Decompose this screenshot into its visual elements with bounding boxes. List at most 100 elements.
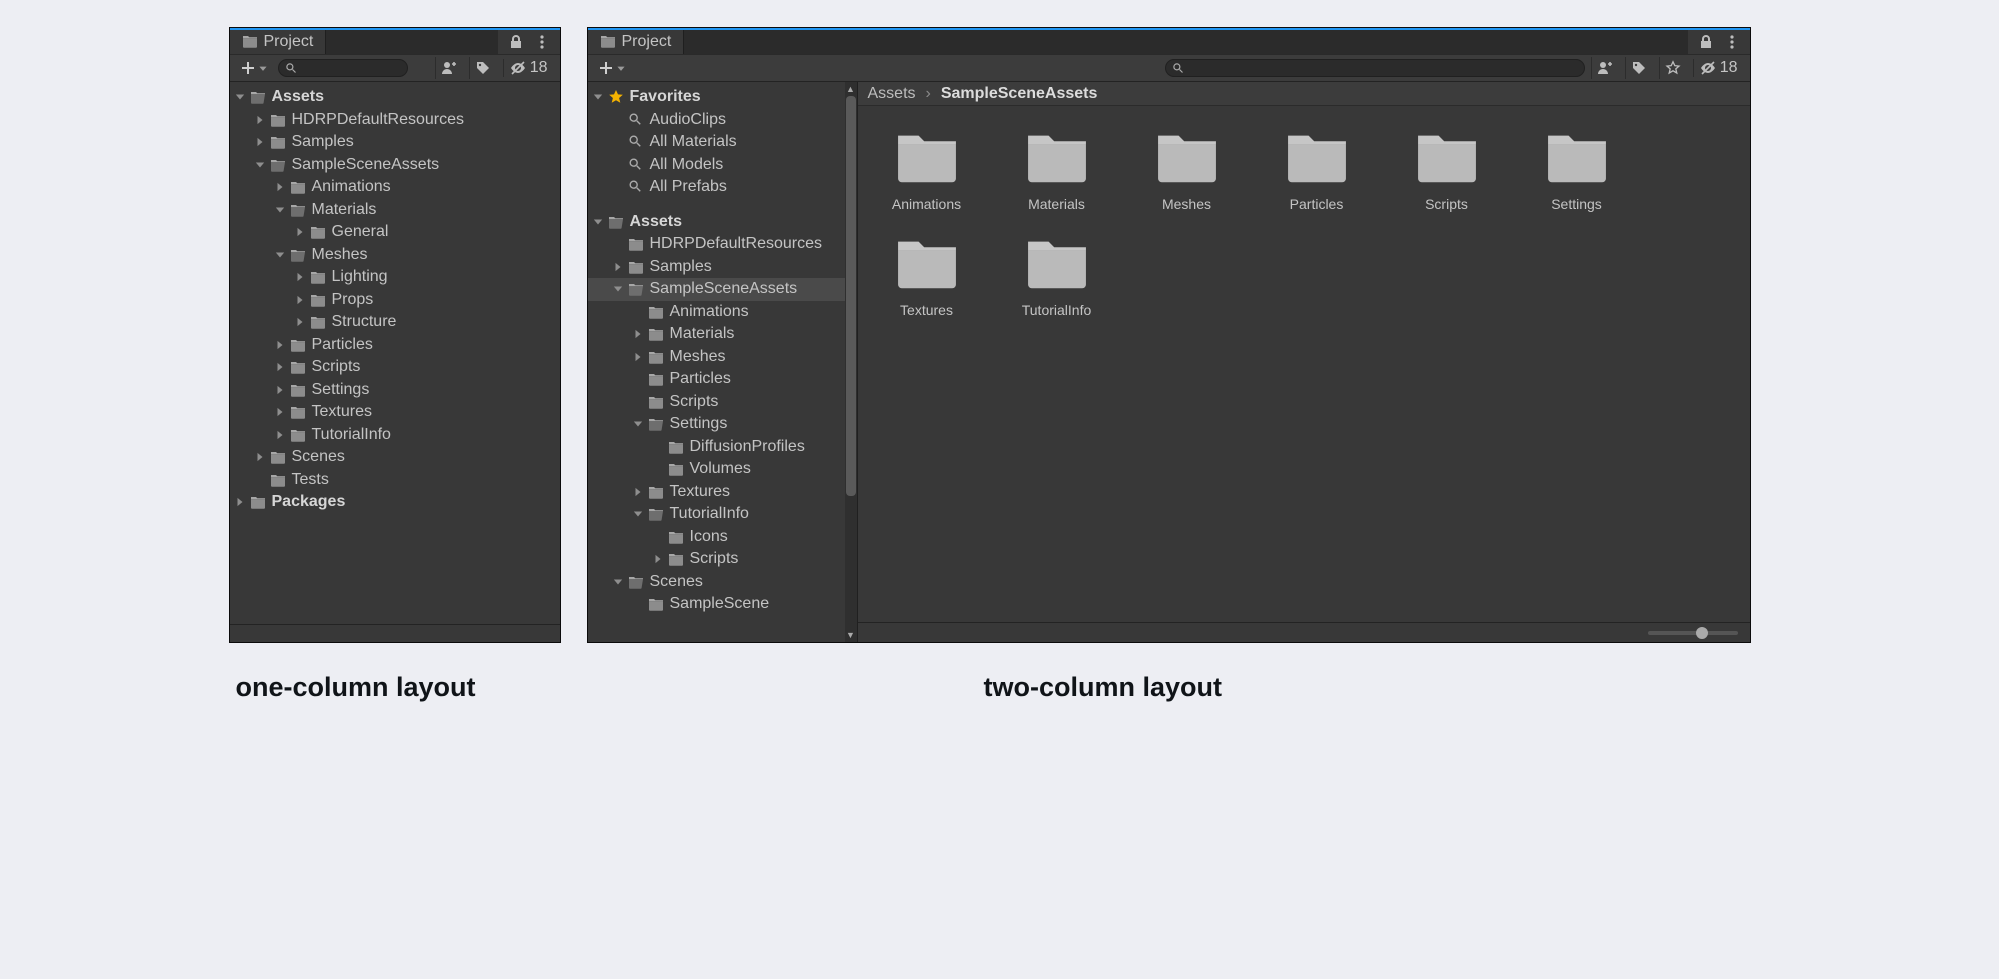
search-field[interactable]	[278, 59, 408, 77]
caret-right-icon[interactable]	[632, 486, 644, 498]
tree-row[interactable]: Textures	[588, 481, 857, 504]
caret-down-icon[interactable]	[592, 216, 604, 228]
tree-two-column[interactable]: FavoritesAudioClipsAll MaterialsAll Mode…	[588, 82, 857, 620]
tree-row[interactable]: Assets	[230, 86, 560, 109]
kebab-menu-icon[interactable]	[1724, 34, 1740, 50]
caret-down-icon[interactable]	[632, 418, 644, 430]
caret-down-icon[interactable]	[274, 249, 286, 261]
tree-row[interactable]: Volumes	[588, 458, 857, 481]
tree-row[interactable]: HDRPDefaultResources	[588, 233, 857, 256]
tree-row[interactable]: Materials	[230, 199, 560, 222]
tree-row[interactable]: Props	[230, 289, 560, 312]
caret-right-icon[interactable]	[632, 351, 644, 363]
hidden-items[interactable]: 18	[503, 59, 554, 77]
search-input[interactable]	[297, 61, 401, 75]
caret-right-icon[interactable]	[612, 261, 624, 273]
tree-row[interactable]: Scenes	[230, 446, 560, 469]
tree-row[interactable]: General	[230, 221, 560, 244]
caret-right-icon[interactable]	[274, 339, 286, 351]
grid-folder[interactable]: Settings	[1532, 130, 1622, 212]
kebab-menu-icon[interactable]	[534, 34, 550, 50]
tree-row[interactable]: Packages	[230, 491, 560, 514]
breadcrumb-item[interactable]: SampleSceneAssets	[941, 85, 1098, 103]
tree-row[interactable]: Settings	[230, 379, 560, 402]
tree-one-column[interactable]: AssetsHDRPDefaultResourcesSamplesSampleS…	[230, 82, 560, 624]
scrollbar[interactable]: ▲ ▼	[845, 82, 857, 642]
tree-row[interactable]: Particles	[588, 368, 857, 391]
caret-right-icon[interactable]	[254, 114, 266, 126]
caret-down-icon[interactable]	[274, 204, 286, 216]
tree-row[interactable]: SampleScene	[588, 593, 857, 616]
search-field[interactable]	[1165, 59, 1585, 77]
caret-down-icon[interactable]	[592, 91, 604, 103]
tree-row[interactable]: Animations	[230, 176, 560, 199]
caret-right-icon[interactable]	[274, 406, 286, 418]
caret-right-icon[interactable]	[274, 361, 286, 373]
tree-row[interactable]: TutorialInfo	[230, 424, 560, 447]
tree-row[interactable]: Favorites	[588, 86, 857, 109]
search-by-type-button[interactable]	[1591, 57, 1619, 79]
tree-row[interactable]: Icons	[588, 526, 857, 549]
tree-row[interactable]: Scripts	[230, 356, 560, 379]
scroll-up-icon[interactable]: ▲	[846, 84, 856, 94]
grid-folder[interactable]: Meshes	[1142, 130, 1232, 212]
caret-down-icon[interactable]	[254, 159, 266, 171]
caret-right-icon[interactable]	[294, 316, 306, 328]
caret-right-icon[interactable]	[294, 226, 306, 238]
caret-down-icon[interactable]	[234, 91, 246, 103]
tree-row[interactable]: TutorialInfo	[588, 503, 857, 526]
grid-folder[interactable]: Textures	[882, 236, 972, 318]
scroll-down-icon[interactable]: ▼	[846, 630, 856, 640]
tree-row[interactable]: HDRPDefaultResources	[230, 109, 560, 132]
tree-row[interactable]: Samples	[230, 131, 560, 154]
tree-row[interactable]: All Models	[588, 154, 857, 177]
caret-down-icon[interactable]	[612, 576, 624, 588]
scrollbar-thumb[interactable]	[846, 96, 856, 496]
grid-folder[interactable]: TutorialInfo	[1012, 236, 1102, 318]
caret-right-icon[interactable]	[274, 429, 286, 441]
search-by-label-button[interactable]	[1625, 57, 1653, 79]
grid-folder[interactable]: Scripts	[1402, 130, 1492, 212]
caret-right-icon[interactable]	[294, 294, 306, 306]
tree-row[interactable]: Animations	[588, 301, 857, 324]
tree-row[interactable]: Scenes	[588, 571, 857, 594]
caret-right-icon[interactable]	[652, 553, 664, 565]
breadcrumb-item[interactable]: Assets	[868, 85, 916, 103]
tree-row[interactable]: Structure	[230, 311, 560, 334]
tree-row[interactable]: SampleSceneAssets	[588, 278, 857, 301]
tree-row[interactable]: Samples	[588, 256, 857, 279]
grid-folder[interactable]: Materials	[1012, 130, 1102, 212]
tree-row[interactable]: All Materials	[588, 131, 857, 154]
tree-row[interactable]: Meshes	[230, 244, 560, 267]
caret-right-icon[interactable]	[254, 136, 266, 148]
thumbnail-size-slider[interactable]	[1648, 631, 1738, 635]
tree-row[interactable]: Tests	[230, 469, 560, 492]
search-input[interactable]	[1184, 61, 1578, 75]
grid-folder[interactable]: Animations	[882, 130, 972, 212]
tree-row[interactable]: Assets	[588, 211, 857, 234]
tree-row[interactable]: Materials	[588, 323, 857, 346]
lock-icon[interactable]	[508, 34, 524, 50]
lock-icon[interactable]	[1698, 34, 1714, 50]
tree-row[interactable]: Scripts	[588, 391, 857, 414]
search-by-label-button[interactable]	[469, 57, 497, 79]
tree-row[interactable]: Textures	[230, 401, 560, 424]
tree-row[interactable]: Lighting	[230, 266, 560, 289]
tree-row[interactable]: AudioClips	[588, 109, 857, 132]
tree-row[interactable]: Scripts	[588, 548, 857, 571]
tree-row[interactable]: Particles	[230, 334, 560, 357]
grid-folder[interactable]: Particles	[1272, 130, 1362, 212]
hidden-items[interactable]: 18	[1693, 59, 1744, 77]
tree-row[interactable]: SampleSceneAssets	[230, 154, 560, 177]
project-tab[interactable]: Project	[230, 30, 327, 54]
caret-right-icon[interactable]	[234, 496, 246, 508]
caret-right-icon[interactable]	[274, 181, 286, 193]
save-search-button[interactable]	[1659, 57, 1687, 79]
caret-right-icon[interactable]	[254, 451, 266, 463]
tree-row[interactable]: Meshes	[588, 346, 857, 369]
create-dropdown[interactable]	[236, 60, 272, 76]
caret-down-icon[interactable]	[632, 508, 644, 520]
create-dropdown[interactable]	[594, 60, 630, 76]
tree-row[interactable]: DiffusionProfiles	[588, 436, 857, 459]
tree-row[interactable]: All Prefabs	[588, 176, 857, 199]
